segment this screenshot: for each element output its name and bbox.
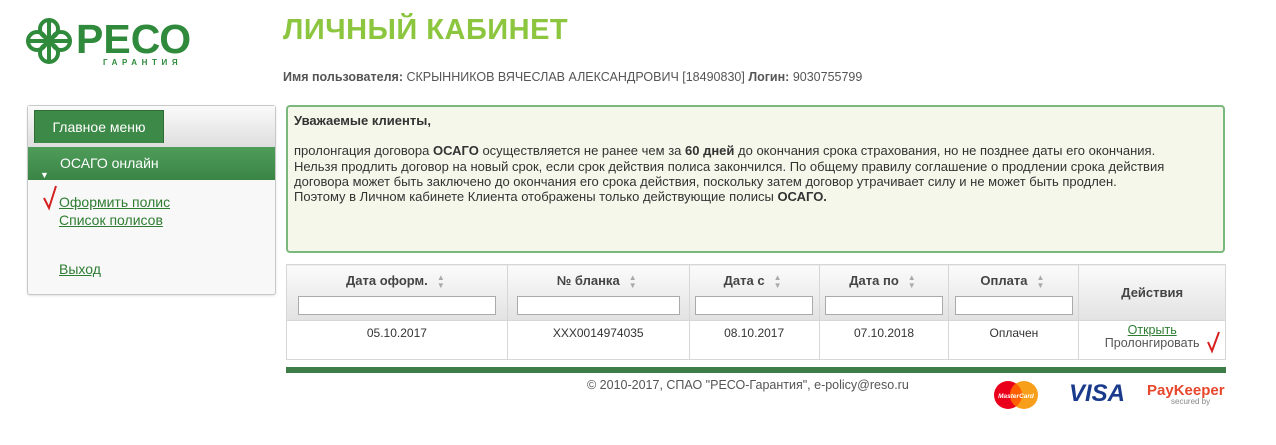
- sort-arrows-icon[interactable]: ▲ ▼: [626, 273, 640, 290]
- reso-clover-icon: [26, 18, 72, 64]
- page-title: ЛИЧНЫЙ КАБИНЕТ: [283, 14, 569, 46]
- cell-date-to: 07.10.2018: [818, 320, 950, 360]
- column-header-actions: Действия: [1078, 264, 1226, 321]
- login-label: Логин:: [748, 70, 790, 84]
- footer-divider: [286, 367, 1226, 373]
- sidebar-item-create-policy[interactable]: Оформить полис: [59, 194, 170, 210]
- sort-arrows-icon[interactable]: ▲ ▼: [1033, 273, 1047, 290]
- mastercard-logo: MasterCard: [994, 381, 1038, 409]
- open-policy-link[interactable]: Открыть: [1128, 323, 1177, 337]
- filter-payment-input[interactable]: [954, 295, 1073, 315]
- column-header-date-from[interactable]: Дата с ▲ ▼: [688, 264, 820, 321]
- red-checkmark-icon: [43, 185, 57, 211]
- svg-text:MasterCard: MasterCard: [998, 393, 1035, 400]
- notice-paragraph-3: Поэтому в Личном кабинете Клиента отобра…: [294, 189, 827, 205]
- logout-link[interactable]: Выход: [59, 261, 101, 277]
- cell-actions: Открыть Пролонгировать: [1078, 320, 1226, 360]
- filter-date-to-input[interactable]: [825, 295, 944, 315]
- sort-arrows-icon[interactable]: ▲ ▼: [434, 273, 448, 290]
- sidebar-topbar: Главное меню: [28, 106, 275, 148]
- reso-logo[interactable]: РЕСО ГАРАНТИЯ: [24, 16, 199, 70]
- cell-payment: Оплачен: [948, 320, 1080, 360]
- sidebar-section-label: ОСАГО онлайн: [60, 155, 159, 171]
- user-name-label: Имя пользователя:: [283, 70, 403, 84]
- sidebar: Главное меню ▼ ОСАГО онлайн Оформить пол…: [27, 105, 276, 295]
- red-checkmark-icon: [1207, 331, 1220, 354]
- column-header-payment[interactable]: Оплата ▲ ▼: [948, 264, 1080, 321]
- main-menu-tab[interactable]: Главное меню: [34, 110, 164, 143]
- sort-arrows-icon[interactable]: ▲ ▼: [905, 273, 919, 290]
- filter-date-issued-input[interactable]: [297, 295, 496, 315]
- policies-table: Дата оформ. ▲ ▼ № бланка ▲ ▼ Дата с ▲ ▼ Дата п…: [286, 264, 1226, 360]
- notice-paragraph-2: Нельзя продлить договор на новый срок, е…: [294, 158, 1165, 189]
- cell-date-from: 08.10.2017: [688, 320, 820, 360]
- table-row: 05.10.2017 XXX0014974035 08.10.2017 07.1…: [286, 320, 1226, 360]
- table-header-row: Дата оформ. ▲ ▼ № бланка ▲ ▼ Дата с ▲ ▼ Дата п…: [286, 264, 1226, 321]
- user-name-value: СКРЫННИКОВ ВЯЧЕСЛАВ АЛЕКСАНДРОВИЧ [18490…: [406, 70, 745, 84]
- copyright-text: © 2010-2017, СПАО "РЕСО-Гарантия", e-pol…: [587, 378, 909, 392]
- cell-blank: XXX0014974035: [506, 320, 690, 360]
- paykeeper-logo: PayKeeper secured by: [1147, 382, 1225, 406]
- logo-wordmark: РЕСО: [76, 16, 192, 62]
- cell-date-issued: 05.10.2017: [286, 320, 508, 360]
- login-value: 9030755799: [792, 70, 863, 84]
- sidebar-item-policy-list[interactable]: Список полисов: [59, 212, 163, 228]
- sidebar-section-osago[interactable]: ▼ ОСАГО онлайн: [28, 147, 275, 180]
- column-header-date-to[interactable]: Дата по ▲ ▼: [818, 264, 950, 321]
- extend-policy-link[interactable]: Пролонгировать: [1105, 336, 1200, 350]
- notice-paragraph-1: пролонгация договора ОСАГО осуществляетс…: [294, 143, 1156, 159]
- logo-subtitle: ГАРАНТИЯ: [103, 58, 183, 67]
- notice-box: Уважаемые клиенты, пролонгация договора …: [286, 105, 1225, 253]
- column-header-blank[interactable]: № бланка ▲ ▼: [506, 264, 690, 321]
- user-info: Имя пользователя: СКРЫННИКОВ ВЯЧЕСЛАВ АЛ…: [283, 70, 862, 84]
- filter-blank-input[interactable]: [516, 295, 680, 315]
- visa-logo: VISA: [1069, 380, 1126, 407]
- paykeeper-subtitle: secured by: [1171, 397, 1211, 406]
- notice-greeting: Уважаемые клиенты,: [294, 113, 431, 128]
- column-header-date-issued[interactable]: Дата оформ. ▲ ▼: [286, 264, 508, 321]
- sort-arrows-icon[interactable]: ▲ ▼: [771, 273, 785, 290]
- filter-date-from-input[interactable]: [695, 295, 814, 315]
